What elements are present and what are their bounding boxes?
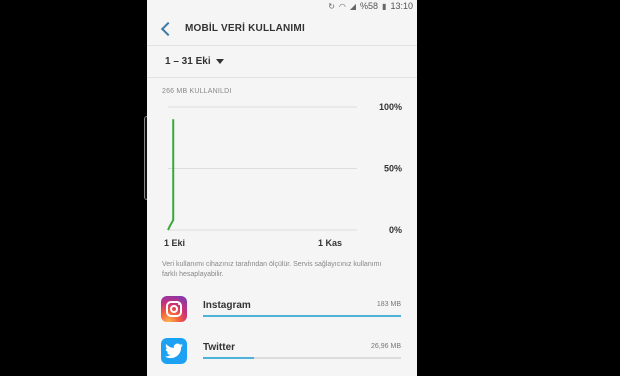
y-tick-label: 0% — [389, 225, 402, 235]
usage-bar-fill — [203, 315, 401, 317]
app-data-size: 26,96 MB — [371, 343, 401, 350]
app-row-instagram[interactable]: Instagram 183 MB — [161, 292, 401, 326]
y-tick-label: 50% — [384, 164, 402, 174]
dropdown-caret-icon — [215, 59, 224, 64]
usage-chart: 100% 50% 0% 1 Eki 1 Kas — [164, 102, 402, 248]
phone-screen: ↻ ◠ ◢ %58 ▮ 13:10 MOBİL VERİ KULLANIMI 1… — [147, 0, 417, 376]
date-range-selector[interactable]: 1 – 31 Eki — [147, 46, 417, 77]
app-name: Twitter — [203, 342, 236, 353]
status-bar: ↻ ◠ ◢ %58 ▮ 13:10 — [147, 0, 417, 12]
app-row-twitter[interactable]: Twitter 26,96 MB — [161, 334, 401, 368]
clock: 13:10 — [390, 1, 413, 11]
battery-icon: ▮ — [382, 1, 387, 11]
instagram-icon — [161, 296, 187, 322]
page-title: MOBİL VERİ KULLANIMI — [185, 23, 305, 34]
y-tick-label: 100% — [379, 102, 402, 112]
x-tick-label: 1 Kas — [318, 238, 342, 248]
app-header: MOBİL VERİ KULLANIMI — [147, 12, 417, 45]
usage-disclaimer: Veri kullanımı cihazınız tarafından ölçü… — [162, 261, 382, 278]
sync-icon: ↻ — [328, 1, 335, 11]
usage-bar-track — [203, 315, 401, 317]
app-name: Instagram — [203, 300, 251, 311]
wifi-icon: ◠ — [338, 1, 346, 11]
app-data-size: 183 MB — [376, 301, 401, 308]
usage-total-label: 266 MB KULLANILDI — [162, 88, 232, 95]
signal-icon: ◢ — [349, 1, 357, 11]
x-tick-label: 1 Eki — [164, 238, 185, 248]
battery-level: %58 — [360, 1, 379, 11]
usage-bar-track — [203, 357, 401, 359]
twitter-icon — [161, 338, 187, 364]
date-range-label: 1 – 31 Eki — [165, 56, 211, 67]
usage-line — [167, 119, 175, 231]
back-arrow-icon[interactable] — [160, 21, 176, 36]
usage-bar-fill — [203, 357, 255, 359]
